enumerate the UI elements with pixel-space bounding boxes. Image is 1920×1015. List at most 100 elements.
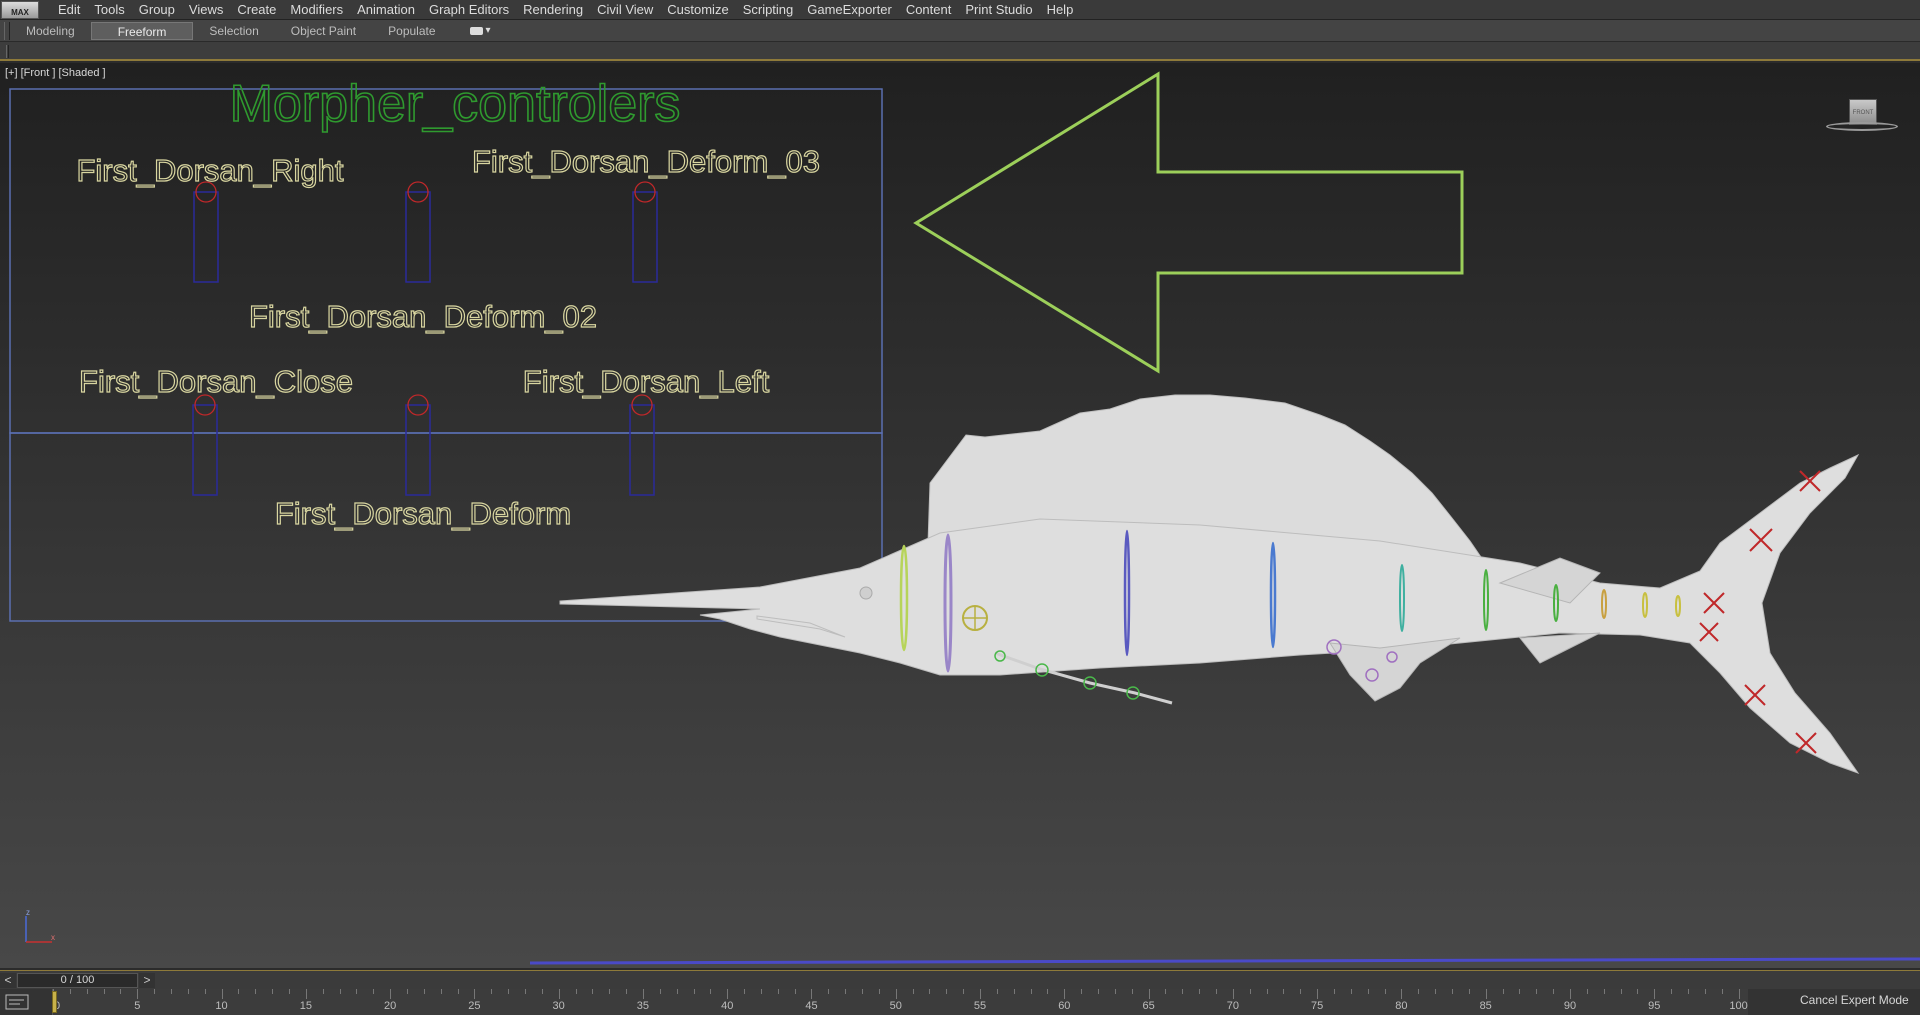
axis-tripod-icon: z x — [25, 908, 55, 943]
timeline-tick — [508, 989, 510, 994]
timeline-tick — [1317, 989, 1319, 999]
slider-first-dorsan-deform[interactable] — [405, 394, 431, 496]
label-first-dorsan-deform: First_Dorsan_Deform — [275, 496, 571, 531]
timeline-tick — [1671, 989, 1673, 994]
timeline-tick-label: 15 — [299, 1000, 312, 1012]
label-first-dorsan-close: First_Dorsan_Close — [79, 364, 353, 399]
timeline-tick — [1738, 989, 1740, 999]
menu-create[interactable]: Create — [230, 0, 283, 20]
timeline-tick — [1468, 989, 1470, 994]
timeline-tick-label: 5 — [134, 1000, 141, 1012]
tab-modeling[interactable]: Modeling — [10, 22, 91, 40]
timeline-tick — [255, 989, 257, 994]
timeline-tick — [1451, 989, 1453, 994]
timeline-tick — [963, 989, 965, 994]
menu-scripting[interactable]: Scripting — [736, 0, 801, 20]
timeline-tick — [440, 989, 442, 994]
slider-first-dorsan-left[interactable] — [629, 394, 655, 496]
timeline-tick — [221, 989, 223, 999]
tab-selection[interactable]: Selection — [193, 22, 274, 40]
curve-editor-icon[interactable] — [4, 992, 36, 1012]
label-first-dorsan-deform-03: First_Dorsan_Deform_03 — [472, 144, 820, 179]
timeline-tick — [828, 989, 830, 994]
timeline-tick — [878, 989, 880, 994]
menu-animation[interactable]: Animation — [350, 0, 422, 20]
timeline-ruler[interactable]: 0 5 10 15 20 25 30 35 40 45 50 55 60 65 70 75 80 85 90 95 10… — [52, 989, 1748, 1015]
timeline-tick-label: 35 — [636, 1000, 650, 1012]
slider-first-dorsan-right[interactable] — [193, 181, 219, 283]
cancel-expert-mode-button[interactable]: Cancel Expert Mode — [1800, 993, 1909, 1007]
timeline-tick-label: 55 — [973, 1000, 987, 1012]
timeline-tick — [1536, 989, 1538, 994]
timeline-tick — [69, 989, 71, 994]
application-button[interactable]: MAX — [1, 0, 39, 19]
timeline-tick — [1266, 989, 1268, 994]
timeline-tick — [137, 989, 139, 999]
front-viewport[interactable]: [+] [Front ] [Shaded ] Morpher_controler… — [0, 63, 1920, 968]
timeline-tick — [1334, 989, 1335, 994]
timeline-tick — [288, 989, 290, 994]
viewcube-compass-ring[interactable] — [1826, 122, 1898, 131]
menu-edit[interactable]: Edit — [51, 0, 87, 20]
timeline-tick — [187, 989, 189, 994]
tab-freeform[interactable]: Freeform — [90, 21, 194, 40]
timeline-tick — [1098, 989, 1100, 994]
timeline-tick — [727, 989, 729, 999]
menu-views[interactable]: Views — [182, 0, 230, 20]
timeline-tick — [1367, 989, 1369, 994]
ribbon-minimize-toggle[interactable]: ▾ — [469, 25, 491, 36]
timeline-tick — [1350, 989, 1352, 994]
timeline-tick-label: 50 — [889, 1000, 902, 1012]
timeline-tick — [895, 989, 897, 999]
timeline-tick — [1519, 989, 1521, 994]
time-slider-thumb[interactable]: 0 / 100 — [17, 973, 138, 988]
timeline-tick — [811, 989, 813, 999]
menu-help[interactable]: Help — [1040, 0, 1081, 20]
timeline-tick — [1569, 989, 1571, 999]
slider-first-dorsan-close[interactable] — [192, 394, 218, 496]
menu-customize[interactable]: Customize — [660, 0, 735, 20]
slider-first-dorsan-deform-03[interactable] — [632, 181, 658, 283]
ground-spline — [529, 957, 1920, 965]
timeline-tick — [339, 989, 341, 994]
timeline-tick — [575, 989, 577, 994]
timeline-tick — [946, 989, 948, 994]
menu-rendering[interactable]: Rendering — [516, 0, 590, 20]
menu-gameexporter[interactable]: GameExporter — [800, 0, 899, 20]
menu-tools[interactable]: Tools — [87, 0, 131, 20]
timeline-tick — [626, 989, 628, 994]
eye-controller[interactable] — [962, 605, 988, 631]
menu-graph-editors[interactable]: Graph Editors — [422, 0, 516, 20]
timeline-tick — [1182, 989, 1184, 994]
menu-content[interactable]: Content — [899, 0, 959, 20]
timeline-tick — [86, 989, 88, 994]
viewcube[interactable]: FRONT — [1824, 99, 1898, 139]
time-slider[interactable]: < 0 / 100 > — [0, 970, 1920, 989]
timeline-tick — [1502, 989, 1504, 994]
timeline-tick — [693, 989, 695, 994]
sailfish-model[interactable] — [559, 394, 1860, 774]
timeline-tick — [1586, 989, 1588, 994]
timeline-tick — [1114, 989, 1116, 994]
tab-populate[interactable]: Populate — [372, 22, 451, 40]
arrow-left-shape[interactable] — [913, 71, 1464, 374]
timeline-tick — [154, 989, 156, 994]
timeline-tick — [1620, 989, 1622, 994]
menu-print-studio[interactable]: Print Studio — [958, 0, 1039, 20]
timeline-tick — [1165, 989, 1167, 994]
next-frame-button[interactable]: > — [139, 973, 155, 988]
slider-first-dorsan-deform-02[interactable] — [405, 181, 431, 283]
ribbon-panel-grip[interactable] — [6, 45, 9, 58]
menu-modifiers[interactable]: Modifiers — [283, 0, 350, 20]
timeline-tick — [1283, 989, 1285, 994]
previous-frame-button[interactable]: < — [0, 973, 16, 988]
menu-group[interactable]: Group — [132, 0, 182, 20]
time-cursor[interactable] — [52, 991, 57, 1013]
menu-civil-view[interactable]: Civil View — [590, 0, 660, 20]
tab-object-paint[interactable]: Object Paint — [275, 22, 372, 40]
label-first-dorsan-deform-02: First_Dorsan_Deform_02 — [249, 299, 597, 334]
timeline-tick — [390, 989, 392, 999]
label-first-dorsan-left: First_Dorsan_Left — [523, 364, 770, 399]
3dsmax-window: MAX Edit Tools Group Views Create Modifi… — [0, 0, 1920, 1015]
timeline-tick — [1384, 989, 1386, 994]
